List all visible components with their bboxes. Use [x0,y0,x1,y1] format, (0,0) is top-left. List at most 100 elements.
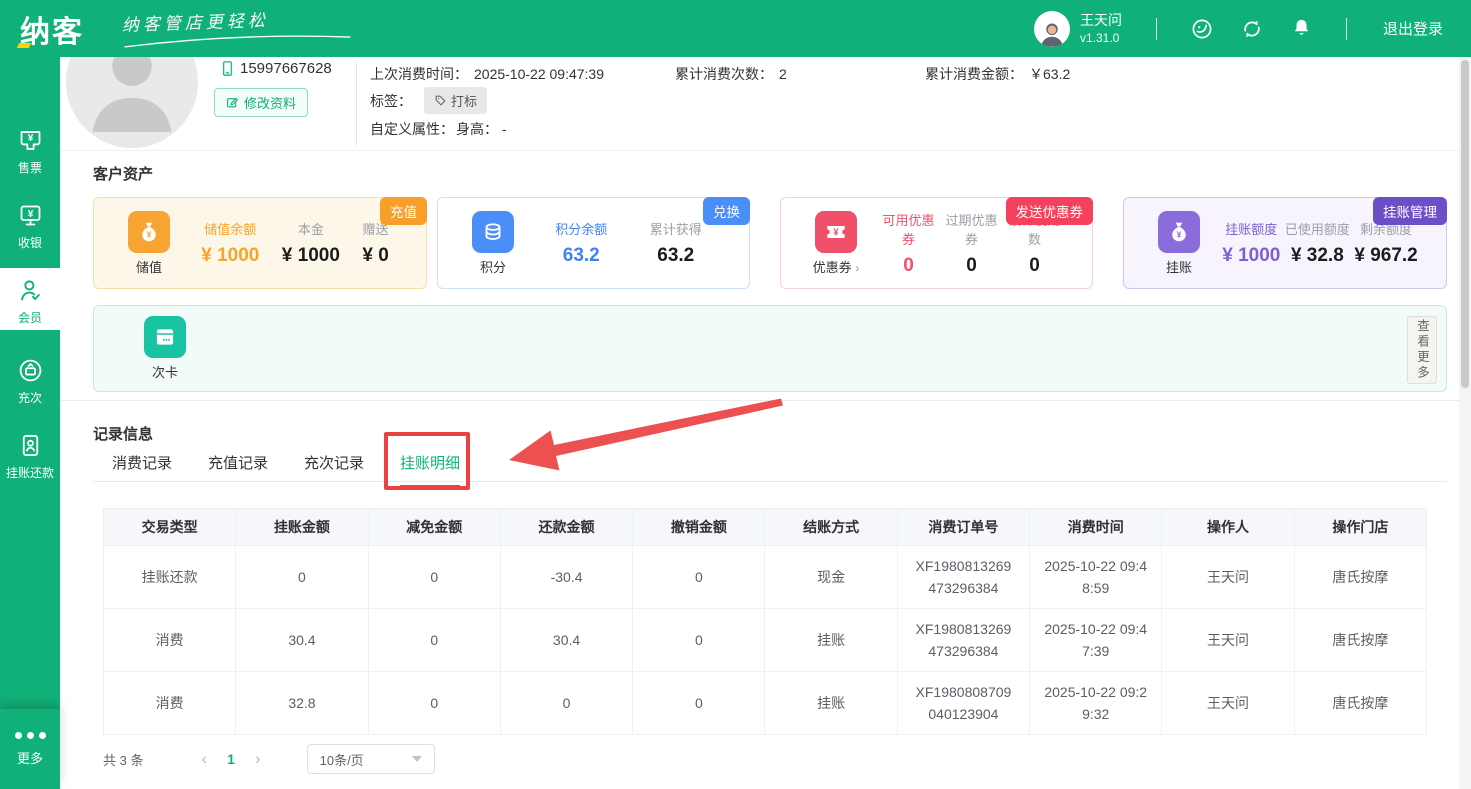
punch-card-icon-col: 次卡 [134,316,196,381]
col-header: 交易类型 [104,509,236,546]
total-amount-value: ￥63.2 [1029,64,1070,84]
divider [93,481,1447,482]
stat-value: 63.2 [555,245,607,267]
table-row: 消费 30.4 0 30.4 0 挂账 XF198081326947329638… [104,609,1427,672]
points-card: 兑换 积分 积分余额 63.2 累计获得 63.2 [437,197,750,289]
last-consume-value: 2025-10-22 09:47:39 [474,66,604,82]
cell: 0 [633,672,765,735]
custom-attr-label: 自定义属性： [370,119,454,139]
total-count-value: 2 [779,66,787,82]
stat-label: 已使用额度 [1285,219,1350,238]
app-logo: 纳客 [20,7,84,51]
col-header: 结账方式 [765,509,897,546]
scrollbar-thumb[interactable] [1461,60,1469,388]
page-size-select[interactable]: 10条/页 [307,744,435,774]
page-size-value: 10条/页 [320,750,364,769]
send-coupon-button[interactable]: 发送优惠券 [1006,197,1094,225]
stat-points-earned: 累计获得 63.2 [650,219,702,267]
stat-value: ¥ 1000 [282,245,340,267]
bell-icon[interactable] [1290,17,1313,40]
prev-page-button[interactable]: ‹ [187,749,221,769]
cell: 0 [368,609,500,672]
coupon-name-text: 优惠券 [813,260,852,275]
coupon-name[interactable]: 优惠券 › [805,257,867,276]
cell: 0 [368,546,500,609]
punch-card-section: 次卡 查看更多 [93,305,1447,392]
stat-label: 累计获得 [650,219,702,238]
sidebar-item-label: 售票 [0,159,60,176]
sidebar-item-members[interactable]: 会员 [0,268,60,330]
sidebar-item-recharge-times[interactable]: 充次 [0,357,60,406]
logo-accent [17,43,31,48]
edit-profile-button[interactable]: 修改资料 [214,88,308,117]
add-tag-button[interactable]: 打标 [424,87,487,114]
money-bag-icon: ¥ [1158,211,1200,253]
globe-icon[interactable] [1190,17,1214,41]
stat-label: 过期优惠券 [940,210,1003,248]
sidebar: ¥ 售票 ¥ 收银 会员 [0,57,60,789]
chevron-right-icon: › [855,261,859,275]
cell: 唐氏按摩 [1294,546,1426,609]
divider [60,150,1471,151]
phone-icon [219,60,236,77]
slogan-text: 纳客管店更轻松 [121,3,352,36]
punch-card-icon [144,316,186,358]
stat-credit-limit: 挂账额度 ¥ 1000 [1222,219,1280,267]
logout-button[interactable]: 退出登录 [1383,18,1443,39]
stored-value-card: 充值 ¥ 储值 储值余额 ¥ 1000 本金 ¥ 1000 赠送 ¥ 0 [93,197,427,289]
stat-value: 0 [940,255,1003,277]
stat-value: 0 [877,255,940,277]
sidebar-item-label: 更多 [17,748,43,767]
sync-icon[interactable] [1240,17,1264,41]
chevron-down-icon [412,756,422,762]
stat-label: 可用优惠券 [877,210,940,248]
svg-text:¥: ¥ [833,227,839,238]
total-consume-amount: 累计消费金额： ￥63.2 [925,64,1070,84]
stat-value: 0 [1003,255,1066,277]
sidebar-item-cashier[interactable]: ¥ 收银 [0,202,60,251]
annotation-box [384,432,470,490]
coins-icon [472,211,514,253]
next-page-button[interactable]: › [241,749,275,769]
tags-row: 标签： 打标 [370,87,487,114]
divider [356,62,357,146]
recharge-times-icon [0,357,60,384]
sidebar-item-more[interactable]: 更多 [0,709,60,789]
cell: 消费 [104,672,236,735]
cell: 0 [368,672,500,735]
page-number[interactable]: 1 [221,751,241,767]
stat-value: ¥ 32.8 [1285,245,1350,267]
punch-card-name: 次卡 [134,362,196,381]
slogan: 纳客管店更轻松 [121,3,352,54]
stored-value-icon-col: ¥ 储值 [118,211,180,276]
cell: 0 [633,609,765,672]
sidebar-item-label: 收银 [0,234,60,251]
recharge-button[interactable]: 充值 [380,197,427,225]
divider [60,400,1471,401]
stat-bonus: 赠送 ¥ 0 [362,219,388,267]
credit-manage-button[interactable]: 挂账管理 [1373,197,1447,225]
tag-icon [434,94,447,107]
sidebar-item-label: 挂账还款 [0,464,60,481]
records-title: 记录信息 [93,423,153,444]
view-more-button[interactable]: 查看更多 [1407,316,1437,384]
sidebar-item-credit-repay[interactable]: 挂账还款 [0,432,60,481]
total-count: 共 3 条 [103,750,143,769]
redeem-button[interactable]: 兑换 [703,197,750,225]
cell: 2025-10-22 09:48:59 [1030,546,1162,609]
points-name: 积分 [462,257,524,276]
tab-recharge-records[interactable]: 充值记录 [208,452,268,488]
edit-profile-label: 修改资料 [244,93,296,112]
tab-consume-records[interactable]: 消费记录 [112,452,172,488]
tab-punch-records[interactable]: 充次记录 [304,452,364,488]
table-header-row: 交易类型 挂账金额 减免金额 还款金额 撤销金额 结账方式 消费订单号 消费时间… [104,509,1427,546]
stat-label: 挂账额度 [1222,219,1280,238]
stat-value: ¥ 0 [362,245,388,267]
cell: 0 [633,546,765,609]
cell: 30.4 [500,609,632,672]
sidebar-item-tickets[interactable]: ¥ 售票 [0,127,60,176]
coupon-icon: ¥ [815,211,857,253]
sidebar-item-label: 充次 [0,389,60,406]
cell: XF1980813269473296384 [897,609,1029,672]
user-avatar[interactable] [1034,11,1070,47]
